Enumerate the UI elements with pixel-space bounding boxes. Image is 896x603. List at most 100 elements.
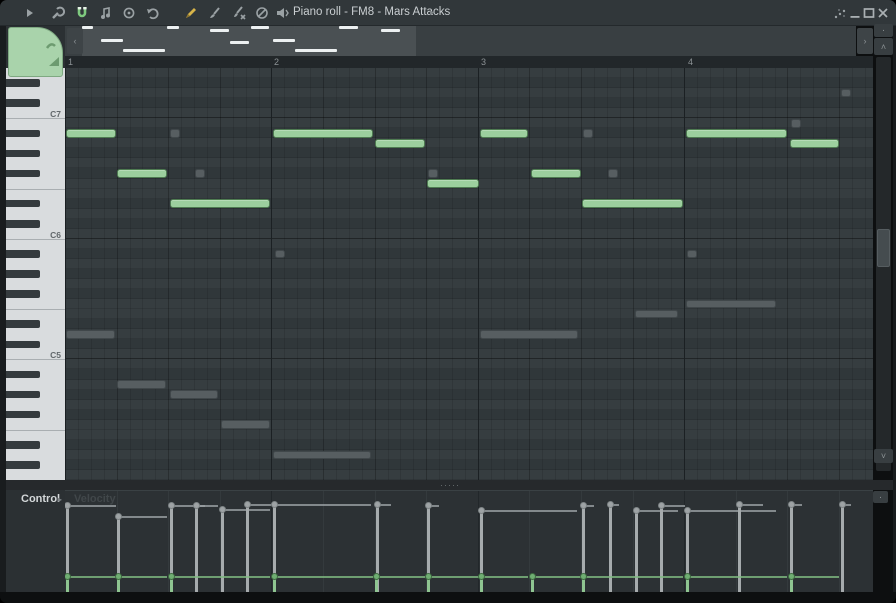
delete-brush-icon[interactable] [231, 5, 247, 21]
ghost-velocity-head[interactable] [219, 506, 226, 513]
ghost-note-A#6[interactable] [583, 129, 593, 138]
ghost-velocity-head[interactable] [839, 501, 846, 508]
ghost-velocity-stem[interactable] [635, 511, 638, 592]
scroll-down-button[interactable]: ˅ [874, 449, 893, 463]
note-D#6[interactable] [582, 199, 683, 208]
lane-options-button[interactable]: · [873, 491, 888, 503]
ghost-velocity-head[interactable] [193, 502, 200, 509]
ghost-note-F#6[interactable] [608, 169, 618, 178]
window-title[interactable]: Piano roll - FM8 - Mars Attacks [293, 6, 450, 18]
note-D#6[interactable] [170, 199, 270, 208]
black-key[interactable] [6, 290, 40, 298]
ghost-note-D7[interactable] [841, 89, 851, 98]
black-key[interactable] [6, 391, 40, 399]
velocity-head[interactable] [529, 573, 536, 580]
note-A#6[interactable] [273, 129, 373, 138]
ghost-velocity-head[interactable] [425, 502, 432, 509]
magnet-icon[interactable] [74, 5, 90, 21]
ghost-velocity-head[interactable] [374, 501, 381, 508]
note-grid[interactable] [65, 68, 873, 480]
black-key[interactable] [6, 220, 40, 228]
note-A#6[interactable] [480, 129, 528, 138]
music-note-icon[interactable] [98, 5, 114, 21]
velocity-head[interactable] [115, 573, 122, 580]
black-key[interactable] [6, 371, 40, 379]
scroll-up-button[interactable]: ˄ [874, 38, 893, 55]
ghost-velocity-head[interactable] [658, 502, 665, 509]
ghost-velocity-head[interactable] [736, 501, 743, 508]
timeline-ruler[interactable]: 1234 [65, 56, 873, 68]
note-F6[interactable] [427, 179, 479, 188]
ghost-velocity-head[interactable] [65, 502, 71, 509]
ghost-velocity-head[interactable] [244, 501, 251, 508]
ghost-note-A#6[interactable] [170, 129, 180, 138]
velocity-head[interactable] [168, 573, 175, 580]
ghost-velocity-head[interactable] [607, 501, 614, 508]
preview-scroll-right-button[interactable]: › [857, 28, 873, 54]
ghost-velocity-head[interactable] [115, 513, 122, 520]
ghost-velocity-head[interactable] [633, 507, 640, 514]
ghost-note-F4[interactable] [221, 420, 270, 429]
velocity-head[interactable] [65, 573, 71, 580]
black-key[interactable] [6, 170, 40, 178]
ghost-note-A#5[interactable] [687, 250, 697, 259]
velocity-head[interactable] [788, 573, 795, 580]
wrench-icon[interactable] [49, 5, 65, 21]
ghost-velocity-head[interactable] [684, 507, 691, 514]
black-key[interactable] [6, 250, 40, 258]
ghost-velocity-head[interactable] [788, 501, 795, 508]
velocity-head[interactable] [425, 573, 432, 580]
ghost-note-D5[interactable] [480, 330, 578, 339]
note-A#6[interactable] [686, 129, 787, 138]
black-key[interactable] [6, 341, 40, 349]
ghost-note-F#6[interactable] [195, 169, 205, 178]
ghost-velocity-stem[interactable] [841, 505, 844, 592]
ghost-note-D5[interactable] [66, 330, 115, 339]
black-key[interactable] [6, 441, 40, 449]
ghost-velocity-head[interactable] [478, 507, 485, 514]
velocity-head[interactable] [580, 573, 587, 580]
black-key[interactable] [6, 150, 40, 158]
ghost-note-D4[interactable] [273, 451, 371, 460]
note-A6[interactable] [790, 139, 839, 148]
corner-slide-widget[interactable] [8, 27, 63, 77]
draw-pencil-icon[interactable] [183, 5, 199, 21]
black-key[interactable] [6, 461, 40, 469]
ghost-velocity-stem[interactable] [660, 506, 663, 592]
ghost-note-F5[interactable] [686, 300, 776, 309]
piano-keyboard[interactable]: C7C6C5 [6, 68, 65, 480]
ghost-velocity-head[interactable] [168, 502, 175, 509]
paint-brush-icon[interactable] [207, 5, 223, 21]
ghost-note-B6[interactable] [791, 119, 801, 128]
menu-arrow-icon[interactable] [22, 5, 38, 21]
black-key[interactable] [6, 411, 40, 419]
velocity-head[interactable] [271, 573, 278, 580]
title-menu-arrow-icon[interactable]: ▸ [430, 7, 435, 18]
close-icon[interactable] [875, 5, 891, 21]
detach-icon[interactable] [832, 5, 848, 21]
velocity-lane[interactable]: Velocity [65, 490, 873, 592]
ghost-note-A#5[interactable] [275, 250, 285, 259]
ghost-velocity-stem[interactable] [609, 505, 612, 592]
black-key[interactable] [6, 99, 40, 107]
ghost-note-F#6[interactable] [428, 169, 438, 178]
ghost-note-G#4[interactable] [170, 390, 218, 399]
undo-arrow-icon[interactable] [145, 5, 161, 21]
preview-scroll-left-button[interactable]: ‹ [67, 28, 83, 54]
black-key[interactable] [6, 200, 40, 208]
panoramic-preview[interactable]: ‹ › [65, 26, 856, 56]
note-F#6[interactable] [117, 169, 167, 178]
ghost-note-E5[interactable] [635, 310, 678, 319]
black-key[interactable] [6, 320, 40, 328]
ghost-velocity-stem[interactable] [246, 505, 249, 592]
channel-icon[interactable] [274, 5, 290, 21]
preview-collapse-button[interactable]: · [874, 24, 893, 37]
note-F#6[interactable] [531, 169, 581, 178]
target-circle-icon[interactable] [121, 5, 137, 21]
velocity-head[interactable] [373, 573, 380, 580]
vertical-scrollbar-handle[interactable] [877, 229, 890, 267]
velocity-head[interactable] [684, 573, 691, 580]
black-key[interactable] [6, 270, 40, 278]
mute-slash-icon[interactable] [254, 5, 270, 21]
black-key[interactable] [6, 130, 40, 138]
